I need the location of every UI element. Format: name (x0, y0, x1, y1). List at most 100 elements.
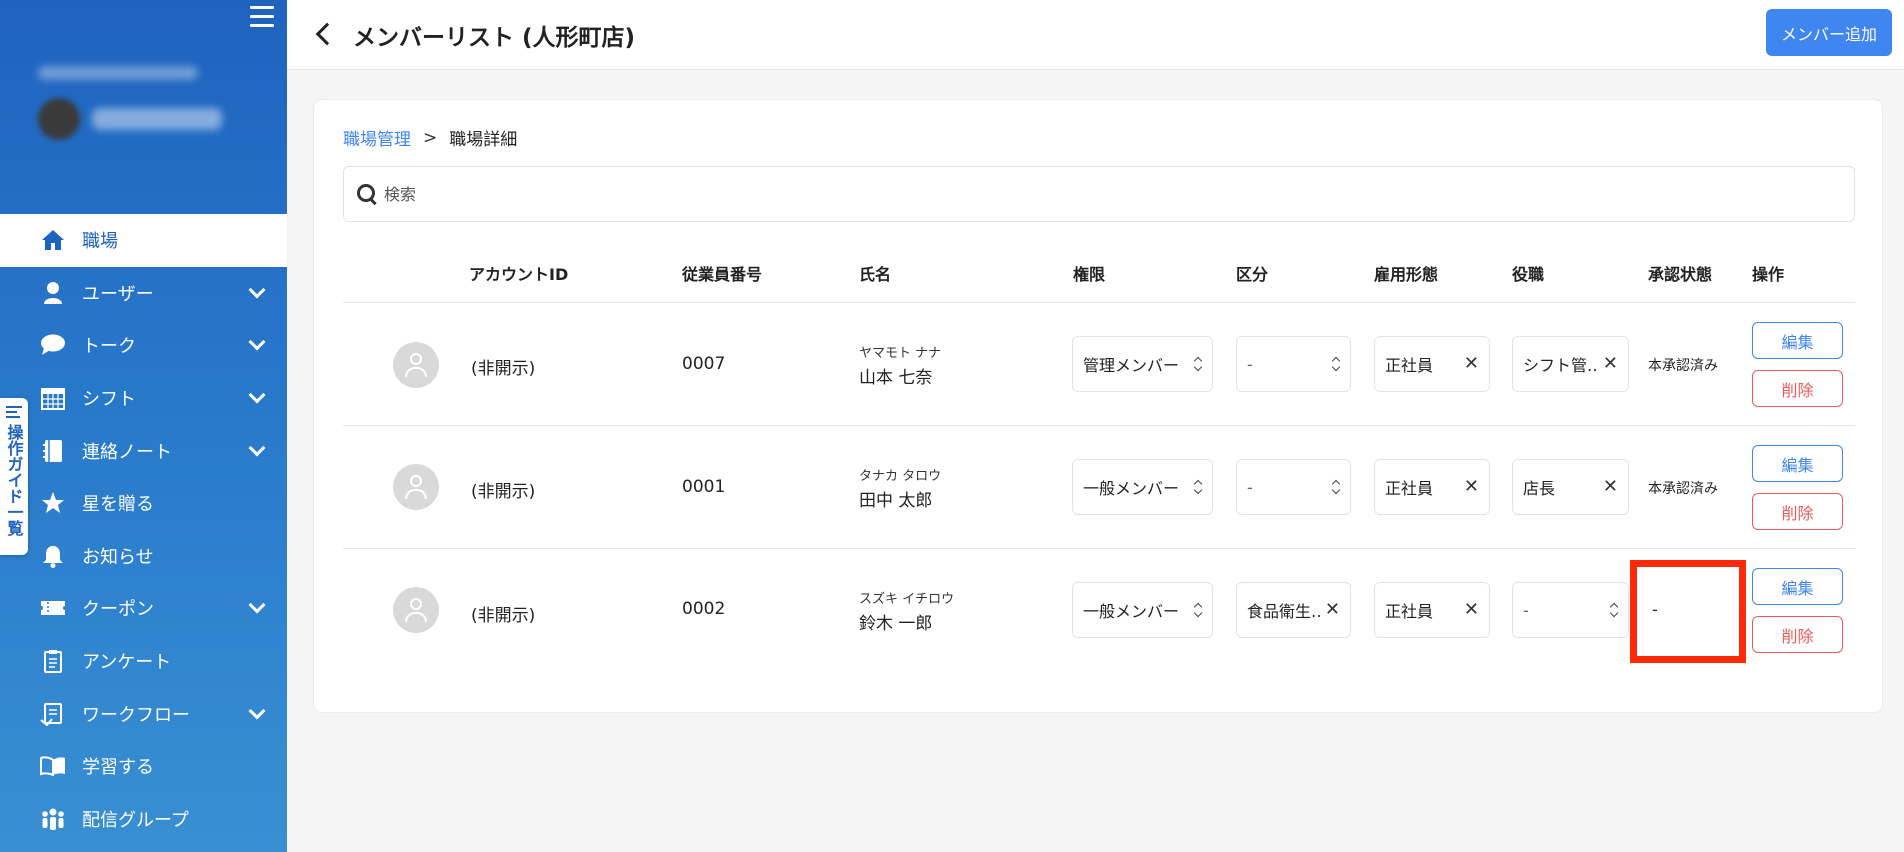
user-avatar (38, 98, 80, 140)
employment-type-value: 正社員 (1385, 356, 1434, 375)
column-header-permission: 権限 (1073, 265, 1106, 284)
sidebar-item-label: 連絡ノート (82, 441, 172, 463)
book-icon (40, 753, 66, 779)
chevron-down-icon[interactable] (248, 596, 266, 614)
name-kana: タナカ タロウ (859, 469, 942, 484)
star-icon (40, 490, 66, 516)
employment-type-select[interactable]: 正社員 ✕ (1374, 336, 1490, 392)
clear-x-icon[interactable]: ✕ (1464, 355, 1479, 373)
operation-guide-tab[interactable]: 操作ガイド一覧 (0, 398, 28, 555)
sidebar-item-give-stars[interactable]: 星を贈る (0, 477, 287, 530)
clear-x-icon[interactable]: ✕ (1464, 478, 1479, 496)
permission-select[interactable]: 管理メンバー (1072, 336, 1213, 392)
permission-value: 一般メンバー (1083, 602, 1180, 621)
column-header-employee-number: 従業員番号 (682, 265, 763, 284)
sidebar-item-learn[interactable]: 学習する (0, 740, 287, 793)
column-header-approval-status: 承認状態 (1648, 265, 1713, 284)
employment-type-select[interactable]: 正社員 ✕ (1374, 582, 1490, 638)
sidebar-item-workflow[interactable]: ワークフロー (0, 687, 287, 740)
breadcrumb-current: 職場詳細 (449, 130, 518, 150)
select-arrows-icon (1332, 480, 1340, 494)
chevron-down-icon[interactable] (248, 281, 266, 299)
permission-select[interactable]: 一般メンバー (1072, 582, 1213, 638)
edit-button[interactable]: 編集 (1752, 445, 1843, 482)
sidebar-item-label: シフト (82, 389, 136, 411)
sidebar-item-contact-notes[interactable]: 連絡ノート (0, 424, 287, 477)
user-icon (40, 280, 66, 306)
sidebar-item-label: 学習する (82, 757, 154, 779)
account-id-cell: (非開示) (471, 606, 536, 626)
edit-button[interactable]: 編集 (1752, 568, 1843, 605)
delete-button[interactable]: 削除 (1752, 370, 1843, 407)
delete-button[interactable]: 削除 (1752, 493, 1843, 530)
category-select[interactable]: 食品衛生‥ ✕ (1236, 582, 1351, 638)
chevron-down-icon[interactable] (248, 386, 266, 404)
member-avatar-icon (393, 464, 439, 510)
chat-bubble-icon (40, 332, 66, 358)
ticket-icon (40, 595, 66, 621)
category-select[interactable]: - (1236, 336, 1351, 392)
breadcrumb: 職場管理 > 職場詳細 (343, 125, 518, 151)
employee-number-cell: 0002 (682, 599, 726, 619)
sidebar-item-notices[interactable]: お知らせ (0, 530, 287, 583)
account-id-cell: (非開示) (471, 359, 536, 379)
delete-button[interactable]: 削除 (1752, 616, 1843, 653)
clipboard-icon (40, 648, 66, 674)
back-arrow-icon[interactable] (311, 20, 337, 46)
sidebar-item-label: 職場 (82, 231, 118, 253)
sidebar-item-shift[interactable]: シフト (0, 372, 287, 425)
breadcrumb-workplace-management[interactable]: 職場管理 (343, 125, 411, 150)
clear-x-icon[interactable]: ✕ (1603, 355, 1618, 373)
sidebar-item-survey[interactable]: アンケート (0, 635, 287, 688)
edit-button[interactable]: 編集 (1752, 322, 1843, 359)
table-header-divider (343, 302, 1855, 303)
sidebar-item-label: クーポン (82, 599, 154, 621)
search-box (343, 166, 1855, 222)
permission-value: 管理メンバー (1083, 356, 1180, 375)
name-cell: タナカ タロウ 田中 太郎 (859, 465, 941, 511)
position-select[interactable]: 店長 ✕ (1512, 459, 1629, 515)
page-title: メンバーリスト (人形町店) (353, 25, 636, 51)
clear-x-icon[interactable]: ✕ (1464, 601, 1479, 619)
name-cell: スズキ イチロウ 鈴木 一郎 (859, 588, 954, 634)
sidebar-item-coupons[interactable]: クーポン (0, 582, 287, 635)
sidebar-item-label: ワークフロー (82, 704, 190, 726)
category-value: - (1247, 477, 1253, 497)
category-value: 食品衛生‥ (1247, 602, 1322, 621)
sidebar-item-label: お知らせ (82, 546, 154, 568)
employment-type-select[interactable]: 正社員 ✕ (1374, 459, 1490, 515)
position-select[interactable]: シフト管‥ ✕ (1512, 336, 1629, 392)
name-kanji: 山本 七奈 (859, 368, 933, 388)
sidebar-item-label: 配信グループ (82, 809, 189, 831)
sidebar-item-users[interactable]: ユーザー (0, 267, 287, 320)
row-divider (343, 548, 1855, 549)
category-value: - (1247, 354, 1253, 374)
name-kana: スズキ イチロウ (859, 592, 955, 607)
sidebar-item-label: トーク (82, 336, 136, 358)
chevron-down-icon[interactable] (248, 333, 266, 351)
position-value: 店長 (1523, 479, 1556, 498)
employee-number-cell: 0007 (682, 354, 726, 374)
sidebar-item-talk[interactable]: トーク (0, 319, 287, 372)
select-arrows-icon (1332, 357, 1340, 371)
search-input[interactable] (384, 184, 1784, 204)
category-select[interactable]: - (1236, 459, 1351, 515)
select-arrows-icon (1194, 603, 1202, 617)
hamburger-menu-icon[interactable] (250, 6, 274, 28)
sidebar-item-label: アンケート (82, 652, 172, 674)
sidebar-item-workplace[interactable]: 職場 (0, 214, 287, 267)
position-select[interactable]: - (1512, 582, 1629, 638)
add-member-button[interactable]: メンバー追加 (1766, 9, 1892, 56)
chevron-down-icon[interactable] (248, 702, 266, 720)
sidebar-item-label: 星を贈る (82, 494, 154, 516)
sidebar-item-distribution-group[interactable]: 配信グループ (0, 793, 287, 846)
name-kana: ヤマモト ナナ (859, 346, 942, 361)
clear-x-icon[interactable]: ✕ (1603, 478, 1618, 496)
permission-select[interactable]: 一般メンバー (1072, 459, 1213, 515)
column-header-position: 役職 (1512, 265, 1545, 284)
chevron-down-icon[interactable] (248, 439, 266, 457)
name-kanji: 田中 太郎 (859, 491, 933, 511)
company-name-blurred (38, 66, 198, 80)
clear-x-icon[interactable]: ✕ (1325, 601, 1340, 619)
position-value: シフト管‥ (1523, 356, 1598, 375)
